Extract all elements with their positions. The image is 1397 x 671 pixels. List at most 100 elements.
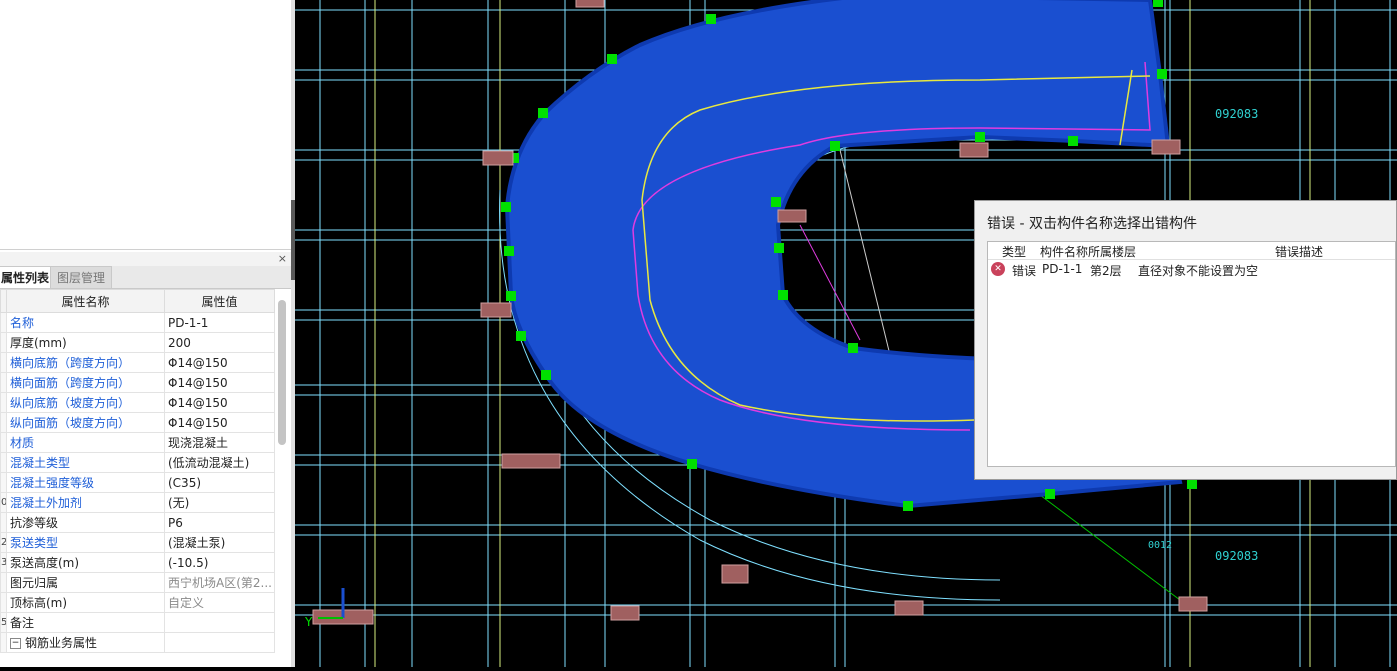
- expander-icon[interactable]: −: [10, 638, 21, 649]
- property-row[interactable]: 纵向面筋（坡度方向） Φ14@150: [0, 412, 275, 433]
- dimension-text: 092083: [1215, 549, 1258, 563]
- grip-point: [903, 501, 913, 511]
- property-row[interactable]: 横向面筋（跨度方向） Φ14@150: [0, 372, 275, 393]
- property-value[interactable]: Φ14@150: [164, 372, 275, 393]
- property-value[interactable]: [164, 612, 275, 633]
- column-header-type[interactable]: 类型: [1002, 243, 1026, 260]
- grip-point: [1068, 136, 1078, 146]
- property-name: 纵向底筋（坡度方向）: [6, 392, 165, 413]
- column-header-name: 属性名称: [6, 289, 165, 313]
- tab-layer-management[interactable]: 图层管理: [50, 266, 113, 288]
- grip-point: [706, 14, 716, 24]
- property-value[interactable]: (-10.5): [164, 552, 275, 573]
- grip-point: [771, 197, 781, 207]
- column-marker: [721, 564, 749, 584]
- error-type: 错误: [1012, 264, 1037, 278]
- property-name: 抗渗等级: [6, 512, 165, 533]
- property-name: 混凝土类型: [6, 452, 165, 473]
- column-header-component-name[interactable]: 构件名称: [1040, 243, 1088, 260]
- error-description: 直径对象不能设置为空: [1138, 264, 1259, 278]
- property-name: 泵送高度(m): [6, 552, 165, 573]
- error-component-name[interactable]: PD-1-1: [1042, 262, 1082, 276]
- column-marker: [480, 302, 512, 318]
- property-panel: × 属性列表 图层管理 属性名称 属性值 名称 PD-1-1 厚度(mm) 200 横向…: [0, 0, 292, 667]
- error-floor: 第2层: [1090, 264, 1122, 278]
- property-row[interactable]: 0混凝土外加剂(无): [0, 492, 275, 513]
- error-row[interactable]: ✕ 错误 PD-1-1 第2层 直径对象不能设置为空: [988, 261, 1395, 279]
- property-row[interactable]: 图元归属 西宁机场A区(第2...: [0, 572, 275, 593]
- property-value[interactable]: (混凝土泵): [164, 532, 275, 553]
- grip-point: [687, 459, 697, 469]
- property-value[interactable]: 西宁机场A区(第2...: [164, 572, 275, 593]
- column-marker: [1178, 596, 1208, 612]
- property-row[interactable]: 3泵送高度(m)(-10.5): [0, 552, 275, 573]
- property-value[interactable]: Φ14@150: [164, 412, 275, 433]
- property-row[interactable]: 5备注: [0, 612, 275, 633]
- property-row[interactable]: 纵向底筋（坡度方向） Φ14@150: [0, 392, 275, 413]
- property-name-label: 钢筋业务属性: [25, 636, 98, 650]
- property-name: 混凝土外加剂: [6, 492, 165, 513]
- grip-point: [774, 243, 784, 253]
- grip-point: [778, 290, 788, 300]
- grip-point: [506, 291, 516, 301]
- property-value[interactable]: (低流动混凝土): [164, 452, 275, 473]
- property-value[interactable]: (无): [164, 492, 275, 513]
- property-row[interactable]: 名称 PD-1-1: [0, 312, 275, 333]
- column-header-floor[interactable]: 所属楼层: [1088, 243, 1136, 260]
- property-value[interactable]: (C35): [164, 472, 275, 493]
- column-marker: [894, 600, 924, 616]
- column-marker: [575, 0, 605, 8]
- property-value[interactable]: 现浇混凝土: [164, 432, 275, 453]
- panel-title-bar: ×: [0, 252, 291, 266]
- grip-point: [848, 343, 858, 353]
- tab-property-list[interactable]: 属性列表: [0, 266, 57, 288]
- property-value[interactable]: 自定义: [164, 592, 275, 613]
- property-value[interactable]: P6: [164, 512, 275, 533]
- property-row[interactable]: 抗渗等级 P6: [0, 512, 275, 533]
- property-name: 厚度(mm): [6, 332, 165, 353]
- property-name: 纵向面筋（坡度方向）: [6, 412, 165, 433]
- property-row[interactable]: 2泵送类型(混凝土泵): [0, 532, 275, 553]
- property-row[interactable]: 材质 现浇混凝土: [0, 432, 275, 453]
- y-axis-label: Y: [304, 615, 313, 629]
- property-value[interactable]: Φ14@150: [164, 392, 275, 413]
- property-row[interactable]: 混凝土强度等级 (C35): [0, 472, 275, 493]
- column-marker: [777, 209, 807, 223]
- property-name: 名称: [6, 312, 165, 333]
- property-name: 混凝土强度等级: [6, 472, 165, 493]
- panel-scrollbar[interactable]: [278, 300, 286, 445]
- property-value[interactable]: 200: [164, 332, 275, 353]
- error-list[interactable]: 类型 构件名称 所属楼层 错误描述 ✕ 错误 PD-1-1 第2层 直径对象不能…: [987, 241, 1396, 467]
- property-name: 材质: [6, 432, 165, 453]
- column-header-value: 属性值: [164, 289, 275, 313]
- dialog-title: 错误 - 双击构件名称选择出错构件: [987, 216, 1197, 232]
- property-row[interactable]: − 钢筋业务属性: [0, 632, 275, 653]
- close-icon[interactable]: ×: [278, 252, 287, 266]
- component-list-area: [0, 0, 291, 250]
- grip-point: [830, 141, 840, 151]
- column-marker: [959, 142, 989, 158]
- property-name: − 钢筋业务属性: [6, 632, 165, 653]
- grip-point: [1187, 479, 1197, 489]
- property-value[interactable]: PD-1-1: [164, 312, 275, 333]
- grip-point: [607, 54, 617, 64]
- error-icon: ✕: [991, 262, 1005, 276]
- dimension-text: 0012: [1148, 540, 1172, 551]
- error-dialog[interactable]: 错误 - 双击构件名称选择出错构件 类型 构件名称 所属楼层 错误描述 ✕ 错误…: [974, 200, 1397, 480]
- panel-tab-strip: 属性列表 图层管理: [0, 266, 291, 289]
- property-row[interactable]: 混凝土类型 (低流动混凝土): [0, 452, 275, 473]
- column-marker: [482, 150, 514, 166]
- property-row[interactable]: 横向底筋（跨度方向） Φ14@150: [0, 352, 275, 373]
- property-name: 备注: [6, 612, 165, 633]
- grip-point: [1153, 0, 1163, 7]
- property-row[interactable]: 厚度(mm) 200: [0, 332, 275, 353]
- grip-point: [541, 370, 551, 380]
- column-marker: [501, 453, 561, 469]
- property-row[interactable]: 顶标高(m) 自定义: [0, 592, 275, 613]
- property-name: 横向面筋（跨度方向）: [6, 372, 165, 393]
- property-value[interactable]: Φ14@150: [164, 352, 275, 373]
- column-header-description[interactable]: 错误描述: [1275, 243, 1323, 260]
- property-value[interactable]: [164, 632, 275, 653]
- property-name: 泵送类型: [6, 532, 165, 553]
- grip-point: [516, 331, 526, 341]
